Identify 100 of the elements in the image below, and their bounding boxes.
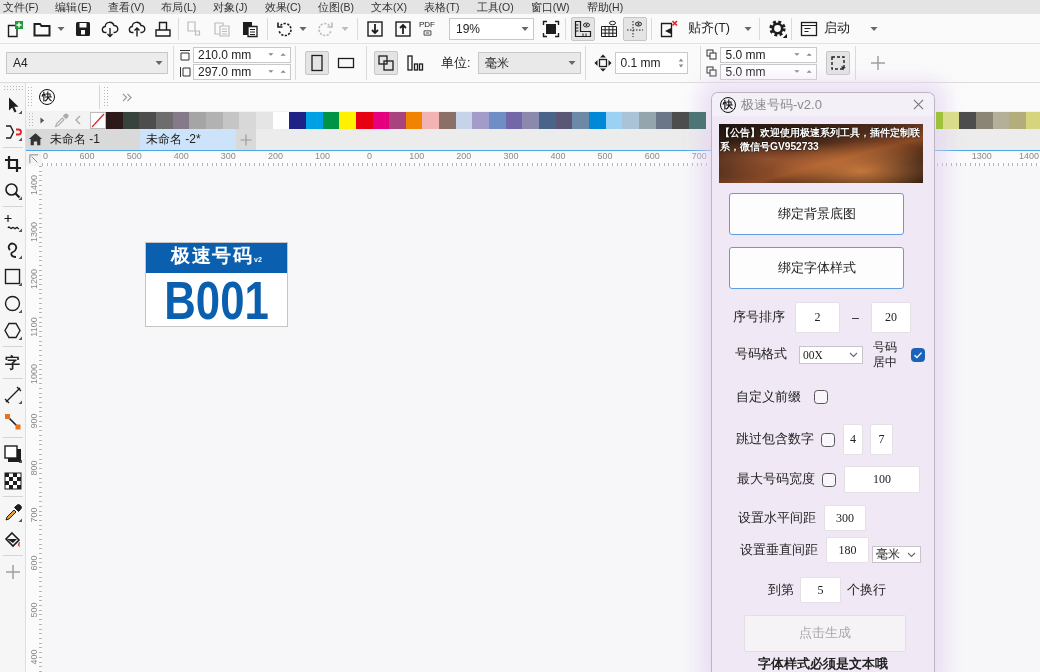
- frame-select-button[interactable]: [826, 51, 851, 75]
- palette-swatch-icon[interactable]: [622, 111, 639, 129]
- unit-dropdown[interactable]: 毫米: [872, 546, 921, 563]
- duplicate-x-field[interactable]: 5.0 mm: [720, 46, 818, 63]
- page-height-field[interactable]: 297.0 mm: [193, 63, 291, 80]
- menu-item[interactable]: 效果(C): [264, 0, 302, 14]
- caret-icon[interactable]: [155, 59, 163, 67]
- palette-swatch-icon[interactable]: [672, 111, 689, 129]
- eyedropper-icon[interactable]: [3, 503, 22, 522]
- hexagon-icon[interactable]: [3, 321, 22, 340]
- pdf-export-button[interactable]: PDF: [419, 21, 435, 36]
- caret-icon[interactable]: [299, 24, 307, 33]
- palette-swatch-icon[interactable]: [339, 111, 356, 129]
- shape-tool-icon[interactable]: [3, 122, 22, 141]
- menu-item[interactable]: 查看(V): [108, 0, 145, 14]
- snap-off-icon[interactable]: [660, 19, 678, 38]
- palette-swatch-icon[interactable]: [522, 111, 540, 129]
- palette-swatch-icon[interactable]: [239, 111, 256, 129]
- no-color-swatch-icon[interactable]: [90, 111, 106, 129]
- document-tab[interactable]: 未命名 -1: [44, 129, 140, 150]
- duplicate-y-field[interactable]: 5.0 mm: [720, 63, 818, 80]
- workspace-dropdown-button[interactable]: 启动: [821, 16, 880, 41]
- units-dropdown[interactable]: 毫米: [478, 52, 582, 74]
- format-dropdown[interactable]: 00X: [799, 345, 863, 364]
- portrait-button[interactable]: [305, 51, 329, 75]
- caret-icon[interactable]: [521, 24, 529, 33]
- import-icon[interactable]: [366, 19, 384, 38]
- vertical-spacing-field[interactable]: 180: [826, 537, 869, 563]
- window-icon[interactable]: [799, 19, 818, 38]
- close-icon[interactable]: [913, 99, 924, 110]
- page-width-field[interactable]: 210.0 mm: [193, 46, 291, 63]
- palette-swatch-icon[interactable]: [189, 111, 206, 129]
- checkbox[interactable]: [911, 347, 925, 362]
- checkerboard-icon[interactable]: [3, 471, 22, 490]
- palette-swatch-icon[interactable]: [422, 111, 440, 129]
- spinner-arrows-icon[interactable]: [793, 68, 814, 75]
- start-number-field[interactable]: 2: [795, 302, 840, 333]
- bind-background-button[interactable]: 绑定背景底图: [729, 193, 904, 235]
- crop-icon[interactable]: [3, 154, 22, 173]
- page-layout-button[interactable]: [374, 51, 398, 75]
- document-tab[interactable]: 未命名 -2*: [140, 129, 236, 150]
- palette-swatch-icon[interactable]: [439, 111, 456, 129]
- menu-item[interactable]: 文件(F): [3, 0, 39, 14]
- end-number-field[interactable]: 20: [870, 302, 911, 333]
- palette-swatch-icon[interactable]: [589, 111, 606, 129]
- zoom-level-dropdown[interactable]: 19%: [449, 17, 534, 40]
- checkbox[interactable]: [821, 432, 835, 447]
- digit-field[interactable]: 7: [870, 424, 893, 455]
- palette-swatch-icon[interactable]: [472, 111, 490, 129]
- export-icon[interactable]: [394, 19, 412, 38]
- palette-swatch-icon[interactable]: [539, 111, 556, 129]
- menu-item[interactable]: 对象(J): [213, 0, 248, 14]
- guidelines-toggle-button[interactable]: [623, 16, 647, 41]
- settings-icon[interactable]: [767, 19, 787, 38]
- page-size-dropdown[interactable]: A4: [6, 52, 168, 74]
- palette-swatch-icon[interactable]: [959, 111, 976, 129]
- digit-field[interactable]: 4: [843, 424, 863, 455]
- menu-item[interactable]: 帮助(H): [586, 0, 624, 14]
- paste-icon[interactable]: [241, 19, 259, 38]
- wrap-count-field[interactable]: 5: [800, 577, 841, 603]
- palette-swatch-icon[interactable]: [389, 111, 406, 129]
- zoom-icon[interactable]: [3, 181, 22, 200]
- printer-icon[interactable]: [154, 19, 172, 38]
- rectangle-icon[interactable]: [3, 267, 22, 286]
- home-tab[interactable]: [26, 129, 44, 150]
- ellipse-icon[interactable]: [3, 294, 22, 313]
- checkbox[interactable]: [814, 390, 828, 404]
- palette-swatch-icon[interactable]: [572, 111, 590, 129]
- full-screen-icon[interactable]: [542, 19, 560, 38]
- menu-item[interactable]: 工具(O): [476, 0, 514, 14]
- cloud-download-icon[interactable]: [101, 19, 119, 38]
- spinner-arrows-icon[interactable]: [267, 68, 287, 75]
- drag-handle[interactable]: [103, 86, 108, 108]
- menu-item[interactable]: 位图(B): [318, 0, 355, 14]
- palette-swatch-icon[interactable]: [935, 111, 943, 129]
- palette-swatch-icon[interactable]: [106, 111, 123, 129]
- menu-item[interactable]: 表格(T): [424, 0, 460, 14]
- text-tool-button[interactable]: 字: [5, 353, 20, 372]
- paint-bucket-icon[interactable]: [3, 530, 22, 549]
- spinner-arrows-icon[interactable]: [678, 56, 685, 70]
- palette-swatch-icon[interactable]: [639, 111, 656, 129]
- drag-handle[interactable]: [28, 112, 33, 128]
- caret-icon[interactable]: [57, 24, 65, 33]
- spinner-arrows-icon[interactable]: [793, 51, 814, 58]
- dimension-icon[interactable]: [3, 385, 22, 404]
- drag-handle[interactable]: [27, 86, 32, 108]
- caret-icon[interactable]: [568, 59, 577, 67]
- drop-shadow-icon[interactable]: [3, 444, 22, 463]
- checkbox[interactable]: [822, 472, 836, 487]
- double-chevron-icon[interactable]: [122, 92, 132, 102]
- ruler-toggle-button[interactable]: [571, 16, 595, 41]
- palette-swatch-icon[interactable]: [489, 111, 506, 129]
- palette-swatch-icon[interactable]: [289, 111, 306, 129]
- cloud-upload-icon[interactable]: [128, 19, 146, 38]
- palette-swatch-icon[interactable]: [1009, 111, 1026, 129]
- right-triangle-icon[interactable]: [40, 116, 45, 124]
- menu-item[interactable]: 窗口(W): [530, 0, 570, 14]
- menu-item[interactable]: 布局(L): [161, 0, 197, 14]
- connector-icon[interactable]: [3, 412, 22, 431]
- spinner-arrows-icon[interactable]: [267, 51, 287, 58]
